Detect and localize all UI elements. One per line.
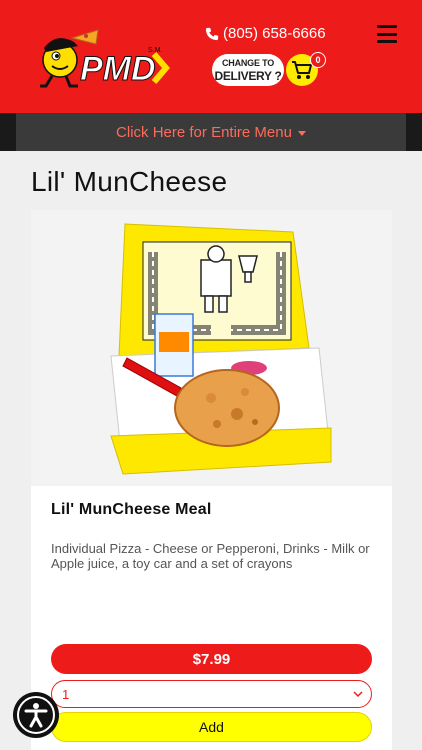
- accessibility-icon: [24, 703, 48, 728]
- phone-link[interactable]: (805) 658-6666: [205, 25, 326, 42]
- phone-icon: [205, 27, 219, 40]
- site-header: PMD S.M. (805) 658-6666 CHANGE TO DELIVE…: [0, 0, 422, 113]
- price-button[interactable]: $7.99: [51, 644, 372, 674]
- entire-menu-label: Click Here for Entire Menu: [116, 123, 292, 141]
- add-to-cart-button[interactable]: Add: [51, 712, 372, 742]
- product-description: Individual Pizza - Cheese or Pepperoni, …: [51, 541, 370, 571]
- entire-menu-dropdown[interactable]: Click Here for Entire Menu: [16, 113, 406, 151]
- quantity-select[interactable]: 1: [51, 680, 372, 708]
- caret-down-icon: [297, 130, 306, 136]
- chevron-down-icon: [353, 691, 363, 698]
- change-to-delivery-button[interactable]: CHANGE TO DELIVERY ?: [212, 54, 284, 86]
- delivery-line1: CHANGE TO: [221, 57, 275, 68]
- page-title: Lil' MunCheese: [31, 166, 228, 197]
- accessibility-button[interactable]: [13, 692, 59, 738]
- cart-count-badge: 0: [310, 52, 326, 68]
- delivery-line2: DELIVERY ?: [214, 68, 282, 83]
- hamburger-icon[interactable]: [377, 25, 397, 43]
- menu-bar-container: Click Here for Entire Menu: [0, 113, 422, 151]
- product-image: [31, 210, 392, 486]
- product-card: Lil' MunCheese Meal Individual Pizza - C…: [31, 210, 392, 750]
- quantity-value: 1: [62, 686, 70, 702]
- product-name: Lil' MunCheese Meal: [51, 501, 212, 518]
- svg-text:S.M.: S.M.: [148, 47, 162, 54]
- phone-number: (805) 658-6666: [223, 25, 326, 42]
- svg-text:PMD: PMD: [80, 50, 156, 88]
- pmd-logo[interactable]: PMD S.M.: [38, 24, 173, 90]
